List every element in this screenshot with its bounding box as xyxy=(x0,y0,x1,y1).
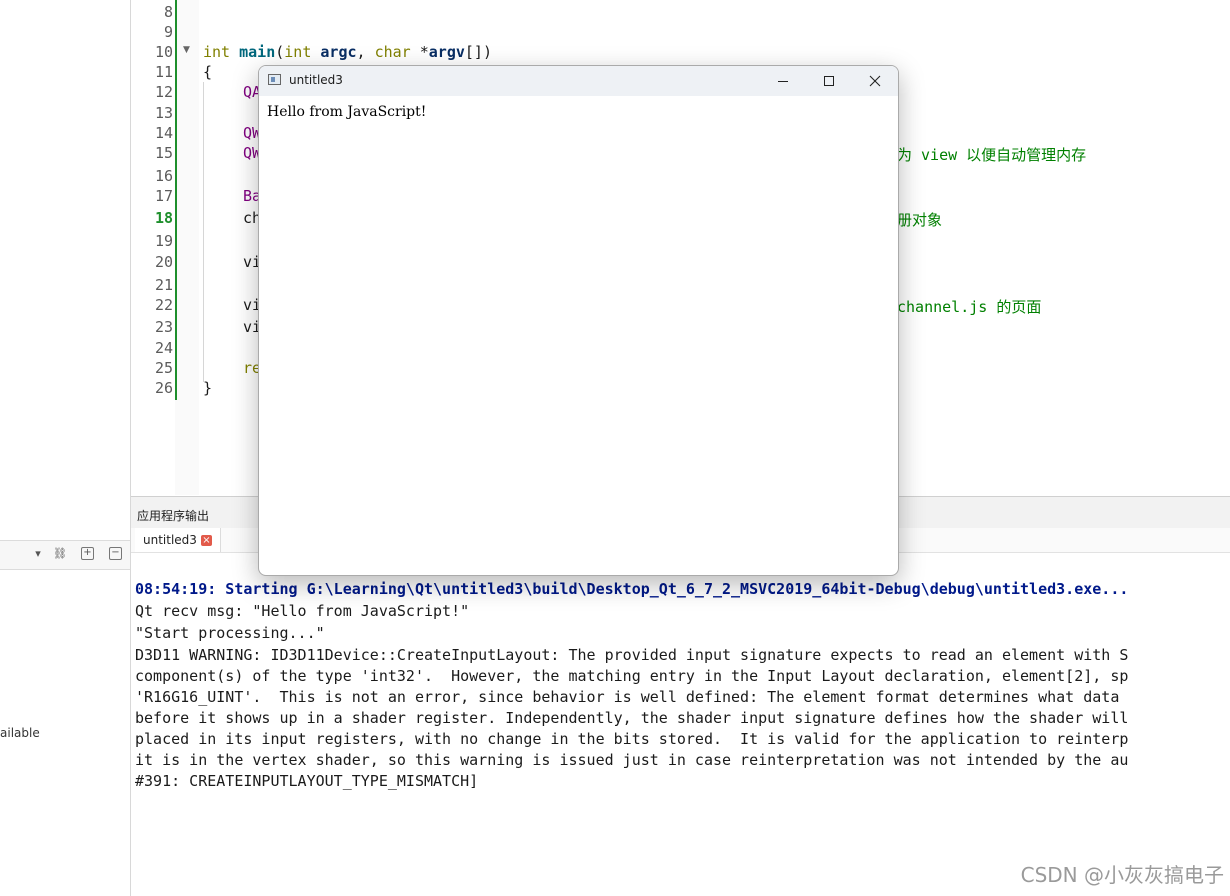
close-icon[interactable]: × xyxy=(200,535,212,546)
line-number: 23 xyxy=(154,318,173,336)
left-toolbar: ▾ ⛓ + − xyxy=(0,540,130,570)
fold-guide xyxy=(203,82,204,382)
code-punct: ( xyxy=(275,43,285,61)
output-line: before it shows up in a shader register.… xyxy=(135,709,1129,727)
line-number: 21 xyxy=(154,276,173,294)
code-param: argv xyxy=(428,43,465,61)
code-comment: 册对象 xyxy=(897,211,943,229)
watermark: CSDN @小灰灰搞电子 xyxy=(1020,863,1224,887)
code-keyword: char xyxy=(374,43,411,61)
window-title: untitled3 xyxy=(289,73,343,87)
modified-lines-marker xyxy=(175,0,177,400)
code-line[interactable]: { xyxy=(203,63,212,81)
left-sidebar: ▾ ⛓ + − ailable xyxy=(0,0,131,896)
split-icon[interactable]: + xyxy=(81,547,94,560)
maximize-icon xyxy=(824,76,834,86)
collapse-icon[interactable]: − xyxy=(109,547,122,560)
output-line: "Start processing..." xyxy=(135,624,325,642)
line-number: 15 xyxy=(154,144,173,162)
close-button[interactable] xyxy=(852,66,898,96)
code-comment: channel.js 的页面 xyxy=(897,298,1042,316)
code-param: argc xyxy=(320,43,357,61)
line-number: 16 xyxy=(154,167,173,185)
line-number: 25 xyxy=(154,359,173,377)
output-pane-title: 应用程序输出 xyxy=(137,509,210,523)
code-punct: * xyxy=(410,43,429,61)
code-punct: , xyxy=(356,43,375,61)
line-number: 12 xyxy=(154,83,173,101)
line-number: 11 xyxy=(154,63,173,81)
app-window[interactable]: untitled3 Hello from JavaScript! xyxy=(258,65,899,576)
line-number: 14 xyxy=(154,124,173,142)
output-line: D3D11 WARNING: ID3D11Device::CreateInput… xyxy=(135,646,1129,664)
output-tab-label: untitled3 xyxy=(143,533,197,547)
close-icon xyxy=(869,75,881,87)
output-line: component(s) of the type 'int32'. Howeve… xyxy=(135,667,1129,685)
line-number: 22 xyxy=(154,296,173,314)
code-keyword: int xyxy=(203,43,231,61)
output-tab-untitled3[interactable]: untitled3 × xyxy=(135,528,221,552)
maximize-button[interactable] xyxy=(806,66,852,96)
line-number: 17 xyxy=(154,187,173,205)
code-keyword: int xyxy=(284,43,312,61)
output-line: #391: CREATEINPUTLAYOUT_TYPE_MISMATCH] xyxy=(135,772,479,790)
line-number: 26 xyxy=(154,379,173,397)
line-number: 13 xyxy=(154,104,173,122)
output-line: 'R16G16_UINT'. This is not an error, sin… xyxy=(135,688,1120,706)
line-number: 19 xyxy=(154,232,173,250)
output-line: it is in the vertex shader, so this warn… xyxy=(135,751,1129,769)
app-window-icon xyxy=(268,74,281,85)
line-number: 20 xyxy=(154,253,173,271)
window-message-text: Hello from JavaScript! xyxy=(267,104,427,120)
code-punct: []) xyxy=(464,43,492,61)
line-number: 9 xyxy=(163,23,173,41)
code-comment: 为 view 以便自动管理内存 xyxy=(897,146,1087,164)
current-line-number: 18 xyxy=(154,209,173,227)
output-log[interactable]: 08:54:19: Starting G:\Learning\Qt\untitl… xyxy=(131,553,1230,896)
line-number: 10 xyxy=(154,43,173,61)
fold-arrow-icon[interactable]: ▼ xyxy=(183,45,190,55)
code-function: main xyxy=(239,43,276,61)
output-line-start: 08:54:19: Starting G:\Learning\Qt\untitl… xyxy=(135,580,1129,598)
window-titlebar[interactable]: untitled3 xyxy=(259,66,898,96)
line-number: 8 xyxy=(163,3,173,21)
line-number: 24 xyxy=(154,339,173,357)
code-line-main[interactable]: int main(int argc, char *argv[]) xyxy=(203,43,492,61)
output-line: placed in its input registers, with no c… xyxy=(135,730,1129,748)
code-line[interactable]: } xyxy=(203,379,212,397)
dropdown-arrow-icon[interactable]: ▾ xyxy=(31,547,45,561)
fold-column xyxy=(175,0,199,495)
minimize-button[interactable] xyxy=(760,66,806,96)
link-icon[interactable]: ⛓ xyxy=(53,547,67,561)
output-line: Qt recv msg: "Hello from JavaScript!" xyxy=(135,602,470,620)
minimize-icon xyxy=(778,81,788,82)
left-status-text: ailable xyxy=(0,726,40,740)
